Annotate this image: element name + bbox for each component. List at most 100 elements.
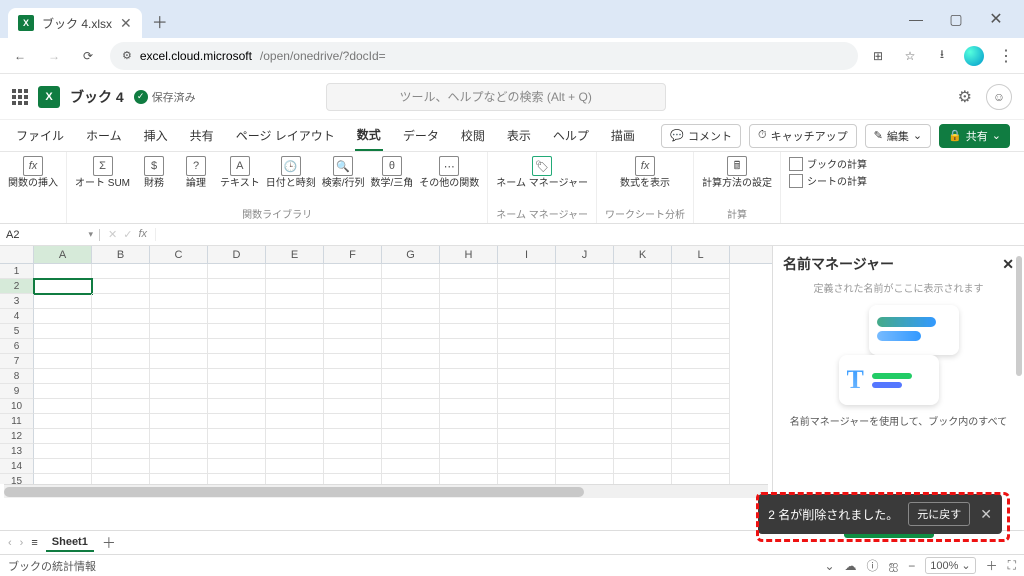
cell[interactable] — [614, 429, 672, 444]
cell[interactable] — [34, 264, 92, 279]
row-header[interactable]: 11 — [0, 414, 34, 429]
cell[interactable] — [614, 369, 672, 384]
cell[interactable] — [150, 369, 208, 384]
cell[interactable] — [208, 414, 266, 429]
cell[interactable] — [324, 384, 382, 399]
cell[interactable] — [324, 414, 382, 429]
all-sheets-icon[interactable]: ≡ — [31, 537, 37, 549]
col-header[interactable]: C — [150, 246, 208, 263]
cell[interactable] — [266, 474, 324, 484]
cell[interactable] — [556, 294, 614, 309]
cell[interactable] — [266, 399, 324, 414]
cell[interactable] — [440, 444, 498, 459]
undo-button[interactable]: 元に戻す — [908, 502, 970, 526]
cell[interactable] — [92, 414, 150, 429]
cell[interactable] — [440, 384, 498, 399]
app-launcher-icon[interactable] — [12, 89, 28, 105]
cell[interactable] — [672, 384, 730, 399]
cell[interactable] — [266, 279, 324, 294]
cell[interactable] — [382, 279, 440, 294]
cell[interactable] — [34, 429, 92, 444]
cell[interactable] — [556, 354, 614, 369]
cell[interactable] — [382, 354, 440, 369]
text-button[interactable]: Aテキスト — [220, 156, 260, 189]
calc-book-button[interactable]: ブックの計算 — [789, 156, 867, 171]
cell[interactable] — [150, 459, 208, 474]
col-header[interactable]: B — [92, 246, 150, 263]
name-manager-button[interactable]: 🏷ネーム マネージャー — [496, 156, 588, 189]
cell[interactable] — [208, 354, 266, 369]
cell[interactable] — [672, 279, 730, 294]
ribbon-tab-0[interactable]: ファイル — [14, 121, 66, 150]
cell[interactable] — [498, 384, 556, 399]
cell[interactable] — [382, 309, 440, 324]
cell[interactable] — [92, 429, 150, 444]
cell[interactable] — [614, 399, 672, 414]
cell[interactable] — [34, 459, 92, 474]
cell[interactable] — [614, 279, 672, 294]
add-sheet-button[interactable]: ＋ — [102, 533, 116, 553]
col-header[interactable]: D — [208, 246, 266, 263]
cell[interactable] — [672, 324, 730, 339]
cell[interactable] — [92, 324, 150, 339]
cell[interactable] — [556, 369, 614, 384]
cell[interactable] — [208, 474, 266, 484]
cell[interactable] — [672, 444, 730, 459]
horizontal-scrollbar[interactable] — [4, 484, 768, 498]
row-header[interactable]: 15 — [0, 474, 34, 484]
cell[interactable] — [150, 294, 208, 309]
fx-icon[interactable]: fx — [138, 228, 147, 241]
cell[interactable] — [556, 399, 614, 414]
cell[interactable] — [150, 474, 208, 484]
window-maximize-icon[interactable]: ▢ — [936, 4, 976, 34]
cell[interactable] — [324, 429, 382, 444]
row-header[interactable]: 8 — [0, 369, 34, 384]
cell[interactable] — [208, 309, 266, 324]
cell[interactable] — [150, 309, 208, 324]
row-header[interactable]: 7 — [0, 354, 34, 369]
cell[interactable] — [208, 444, 266, 459]
sheet-prev-icon[interactable]: ‹ — [8, 537, 12, 549]
col-header[interactable]: J — [556, 246, 614, 263]
row-header[interactable]: 14 — [0, 459, 34, 474]
cell[interactable] — [34, 339, 92, 354]
cell[interactable] — [92, 279, 150, 294]
cell[interactable] — [556, 309, 614, 324]
cell[interactable] — [498, 444, 556, 459]
cell[interactable] — [34, 399, 92, 414]
cell[interactable] — [92, 339, 150, 354]
cell[interactable] — [266, 294, 324, 309]
toast-close-icon[interactable]: ✕ — [980, 506, 992, 523]
date-time-button[interactable]: 🕒日付と時刻 — [266, 156, 316, 189]
insert-function-button[interactable]: fx関数の挿入 — [8, 156, 58, 189]
cell[interactable] — [498, 474, 556, 484]
cell[interactable] — [150, 384, 208, 399]
cell[interactable] — [92, 354, 150, 369]
name-box[interactable]: A2▾ — [0, 229, 100, 241]
cell[interactable] — [92, 369, 150, 384]
cell[interactable] — [34, 309, 92, 324]
math-button[interactable]: θ数学/三角 — [370, 156, 413, 189]
status-accessibility-icon[interactable]: ஐ — [889, 558, 899, 574]
comment-button[interactable]: 💬 コメント — [661, 124, 741, 148]
cell[interactable] — [672, 294, 730, 309]
sheet-tab[interactable]: Sheet1 — [46, 534, 94, 552]
cell[interactable] — [382, 429, 440, 444]
tab-close-icon[interactable]: ✕ — [120, 15, 132, 32]
cell[interactable] — [208, 399, 266, 414]
cell[interactable] — [382, 324, 440, 339]
cell[interactable] — [324, 339, 382, 354]
settings-icon[interactable]: ⚙ — [958, 87, 972, 107]
cell[interactable] — [614, 294, 672, 309]
col-header[interactable]: A — [34, 246, 92, 263]
cell[interactable] — [498, 354, 556, 369]
spreadsheet-grid[interactable]: ABCDEFGHIJKL 123456789101112131415 — [0, 246, 772, 498]
cell[interactable] — [382, 444, 440, 459]
cell[interactable] — [672, 429, 730, 444]
cell[interactable] — [382, 384, 440, 399]
row-header[interactable]: 5 — [0, 324, 34, 339]
cancel-formula-icon[interactable]: ✕ — [108, 228, 117, 241]
cell[interactable] — [266, 309, 324, 324]
cell[interactable] — [440, 414, 498, 429]
ribbon-tab-2[interactable]: 挿入 — [142, 121, 170, 150]
